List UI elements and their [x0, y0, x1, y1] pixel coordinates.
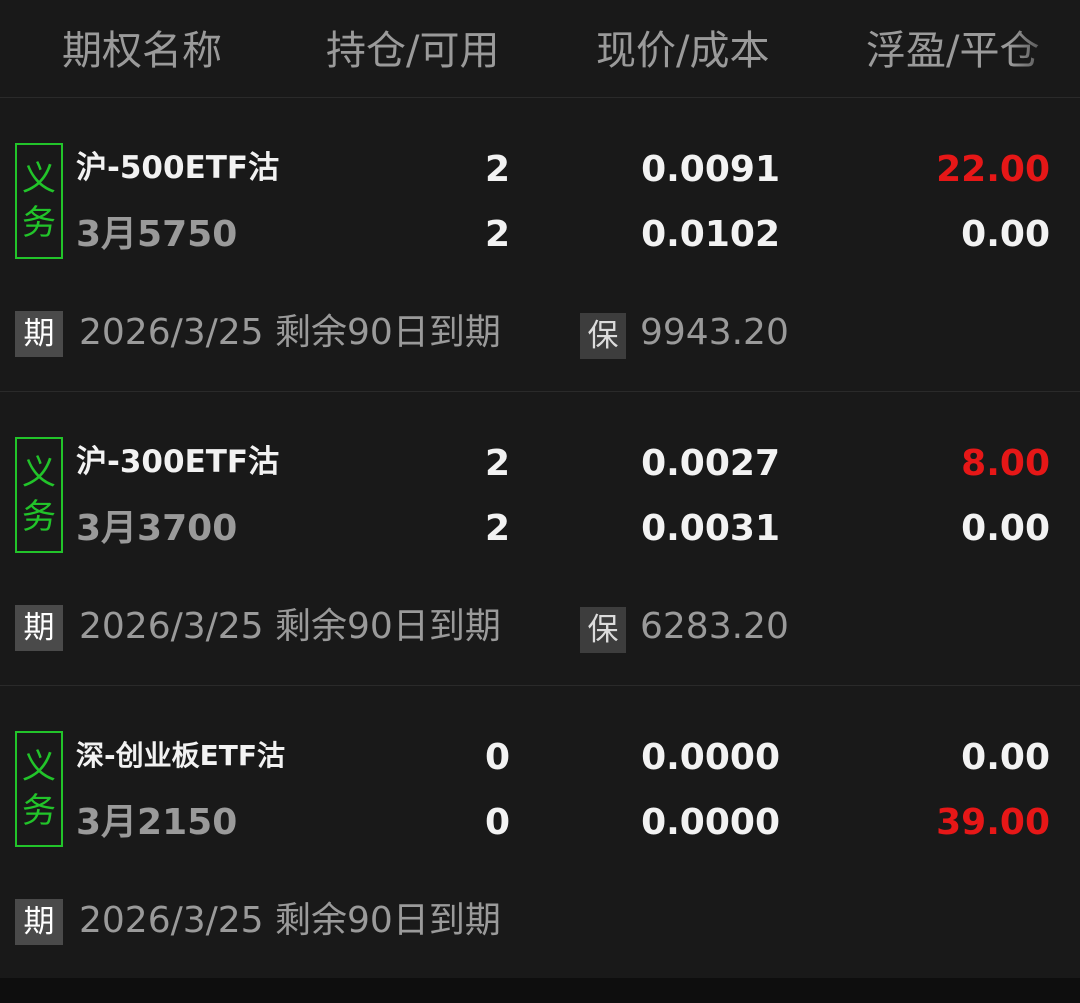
margin-badge: 保 — [580, 607, 626, 653]
badge-char-bottom: 务 — [22, 791, 56, 831]
margin-value: 6283.20 — [640, 606, 789, 647]
position-card[interactable]: 义 务 沪-500ETF沽 3月5750 2 2 0.0091 0.0102 2… — [0, 98, 1080, 392]
bottom-bar — [0, 978, 1080, 1003]
expiry-text: 2026/3/25 剩余90日到期 — [79, 900, 501, 941]
position-qty: 0 — [484, 737, 510, 778]
position-card[interactable]: 义 务 深-创业板ETF沽 3月2150 0 0 0.0000 0.0000 0… — [0, 686, 1080, 979]
close-pnl: 0.00 — [961, 214, 1050, 255]
option-strike: 3月5750 — [76, 214, 238, 255]
header-position-available[interactable]: 持仓/可用 — [326, 26, 499, 76]
margin-badge: 保 — [580, 313, 626, 359]
current-price: 0.0091 — [641, 149, 780, 190]
close-pnl: 0.00 — [961, 508, 1050, 549]
expiry-text: 2026/3/25 剩余90日到期 — [79, 606, 501, 647]
table-header: 期权名称 持仓/可用 现价/成本 浮盈/平仓 — [0, 0, 1080, 98]
cost-price: 0.0102 — [641, 214, 780, 255]
available-qty: 2 — [484, 214, 510, 255]
current-price: 0.0000 — [641, 737, 780, 778]
cost-price: 0.0031 — [641, 508, 780, 549]
floating-pnl: 8.00 — [961, 443, 1050, 484]
position-qty: 2 — [484, 149, 510, 190]
cost-price: 0.0000 — [641, 802, 780, 843]
obligation-badge: 义 务 — [15, 437, 63, 553]
floating-pnl: 22.00 — [936, 149, 1050, 190]
position-qty: 2 — [484, 443, 510, 484]
option-strike: 3月3700 — [76, 508, 238, 549]
badge-char-bottom: 务 — [22, 497, 56, 537]
option-strike: 3月2150 — [76, 802, 238, 843]
expiry-badge: 期 — [15, 311, 63, 357]
header-fade-overlay — [1010, 0, 1080, 97]
obligation-badge: 义 务 — [15, 731, 63, 847]
expiry-badge: 期 — [15, 605, 63, 651]
badge-char-bottom: 务 — [22, 203, 56, 243]
option-name: 沪-300ETF沽 — [76, 444, 280, 480]
available-qty: 0 — [484, 802, 510, 843]
expiry-text: 2026/3/25 剩余90日到期 — [79, 312, 501, 353]
margin-value: 9943.20 — [640, 312, 789, 353]
option-name: 深-创业板ETF沽 — [76, 739, 285, 772]
badge-char-top: 义 — [22, 159, 56, 199]
header-option-name[interactable]: 期权名称 — [62, 26, 222, 76]
position-card[interactable]: 义 务 沪-300ETF沽 3月3700 2 2 0.0027 0.0031 8… — [0, 392, 1080, 686]
header-price-cost[interactable]: 现价/成本 — [596, 26, 769, 76]
available-qty: 2 — [484, 508, 510, 549]
badge-char-top: 义 — [22, 453, 56, 493]
options-positions-page: 期权名称 持仓/可用 现价/成本 浮盈/平仓 义 务 沪-500ETF沽 3月5… — [0, 0, 1080, 1003]
badge-char-top: 义 — [22, 747, 56, 787]
expiry-badge: 期 — [15, 899, 63, 945]
obligation-badge: 义 务 — [15, 143, 63, 259]
current-price: 0.0027 — [641, 443, 780, 484]
floating-pnl: 0.00 — [961, 737, 1050, 778]
close-pnl: 39.00 — [936, 802, 1050, 843]
option-name: 沪-500ETF沽 — [76, 150, 280, 186]
